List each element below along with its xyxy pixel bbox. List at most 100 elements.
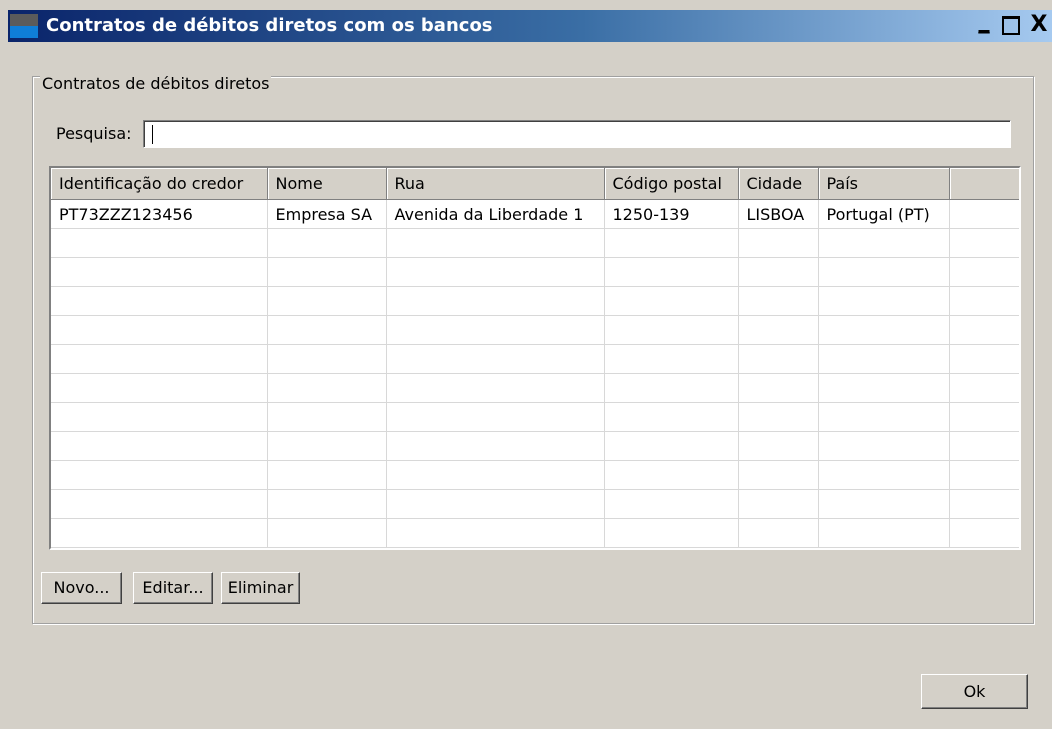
new-button[interactable]: Novo... [41,572,122,604]
table-cell [818,315,950,345]
column-header[interactable]: País [818,168,950,200]
table-cell [267,518,387,548]
table-cell [604,228,739,258]
table-cell [738,402,819,432]
table-cell [51,402,268,432]
table-cell [51,431,268,461]
table-cell [738,489,819,519]
table-cell [604,460,739,490]
table-row[interactable] [51,460,1019,490]
table-cell [949,199,1019,229]
table-cell [51,518,268,548]
table-cell [267,431,387,461]
table-cell [738,344,819,374]
table-cell [386,518,605,548]
table-row[interactable] [51,518,1019,548]
table-header-row: Identificação do credor Nome Rua Código pos… [51,168,1019,200]
table-cell [949,518,1019,548]
table-cell [949,489,1019,519]
table-cell [604,286,739,316]
ok-button[interactable]: Ok [921,674,1028,709]
table-cell [267,373,387,403]
table-cell [604,518,739,548]
table-cell [738,315,819,345]
table-cell [604,373,739,403]
table-cell [51,344,268,374]
table-cell [386,344,605,374]
table-cell [818,373,950,403]
table-cell: Avenida da Liberdade 1 [386,199,605,229]
minimize-button[interactable]: _ [972,11,996,38]
table-cell [386,460,605,490]
app-icon [10,14,38,38]
table-row[interactable] [51,257,1019,287]
table-cell [738,228,819,258]
table-cell: PT73ZZZ123456 [51,199,268,229]
table-cell [818,460,950,490]
window-controls: _ X [970,11,1052,40]
table-row[interactable] [51,344,1019,374]
table-cell [51,257,268,287]
table-cell [267,315,387,345]
table-row[interactable] [51,489,1019,519]
contracts-table[interactable]: Identificação do credor Nome Rua Código pos… [49,166,1021,550]
table-cell [738,257,819,287]
table-cell [818,431,950,461]
table-cell [267,344,387,374]
table-cell [949,344,1019,374]
table-cell [738,431,819,461]
table-row[interactable] [51,402,1019,432]
maximize-icon [1002,16,1020,35]
table-cell [949,286,1019,316]
table-row[interactable]: PT73ZZZ123456 Empresa SA Avenida da Liberd… [51,199,1019,229]
table-cell [386,489,605,519]
table-cell [51,373,268,403]
table-cell [51,286,268,316]
table-cell [818,257,950,287]
column-header[interactable] [949,168,1019,200]
table-cell [267,402,387,432]
table-cell [738,373,819,403]
table-cell [949,228,1019,258]
table-cell [267,257,387,287]
table-cell [386,402,605,432]
table-cell [386,431,605,461]
table-cell [267,228,387,258]
table-row[interactable] [51,431,1019,461]
search-label: Pesquisa: [56,124,132,143]
window-title: Contratos de débitos diretos com os banc… [46,15,493,36]
table-cell [51,228,268,258]
table-cell [386,315,605,345]
table-row[interactable] [51,373,1019,403]
column-header[interactable]: Nome [267,168,387,200]
delete-button[interactable]: Eliminar [221,572,300,604]
table-cell [386,228,605,258]
column-header[interactable]: Código postal [604,168,739,200]
table-cell [949,257,1019,287]
title-bar[interactable]: Contratos de débitos diretos com os banc… [8,10,1052,42]
table-cell [604,489,739,519]
table-cell [267,286,387,316]
maximize-button[interactable] [998,12,1024,38]
table-cell [738,286,819,316]
table-cell [949,315,1019,345]
table-cell [949,460,1019,490]
column-header[interactable]: Cidade [738,168,819,200]
table-cell [818,489,950,519]
table-cell [818,402,950,432]
table-row[interactable] [51,315,1019,345]
edit-button[interactable]: Editar... [133,572,213,604]
table-cell [604,402,739,432]
table-cell [818,228,950,258]
column-header[interactable]: Identificação do credor [51,168,268,200]
table-cell [818,518,950,548]
column-header[interactable]: Rua [386,168,605,200]
table-cell [604,344,739,374]
search-input[interactable] [143,120,1011,148]
dialog-window: Contratos de débitos diretos com os banc… [0,0,1052,729]
close-button[interactable]: X [1026,12,1052,38]
table-cell [386,257,605,287]
table-cell [267,460,387,490]
table-row[interactable] [51,286,1019,316]
table-row[interactable] [51,228,1019,258]
